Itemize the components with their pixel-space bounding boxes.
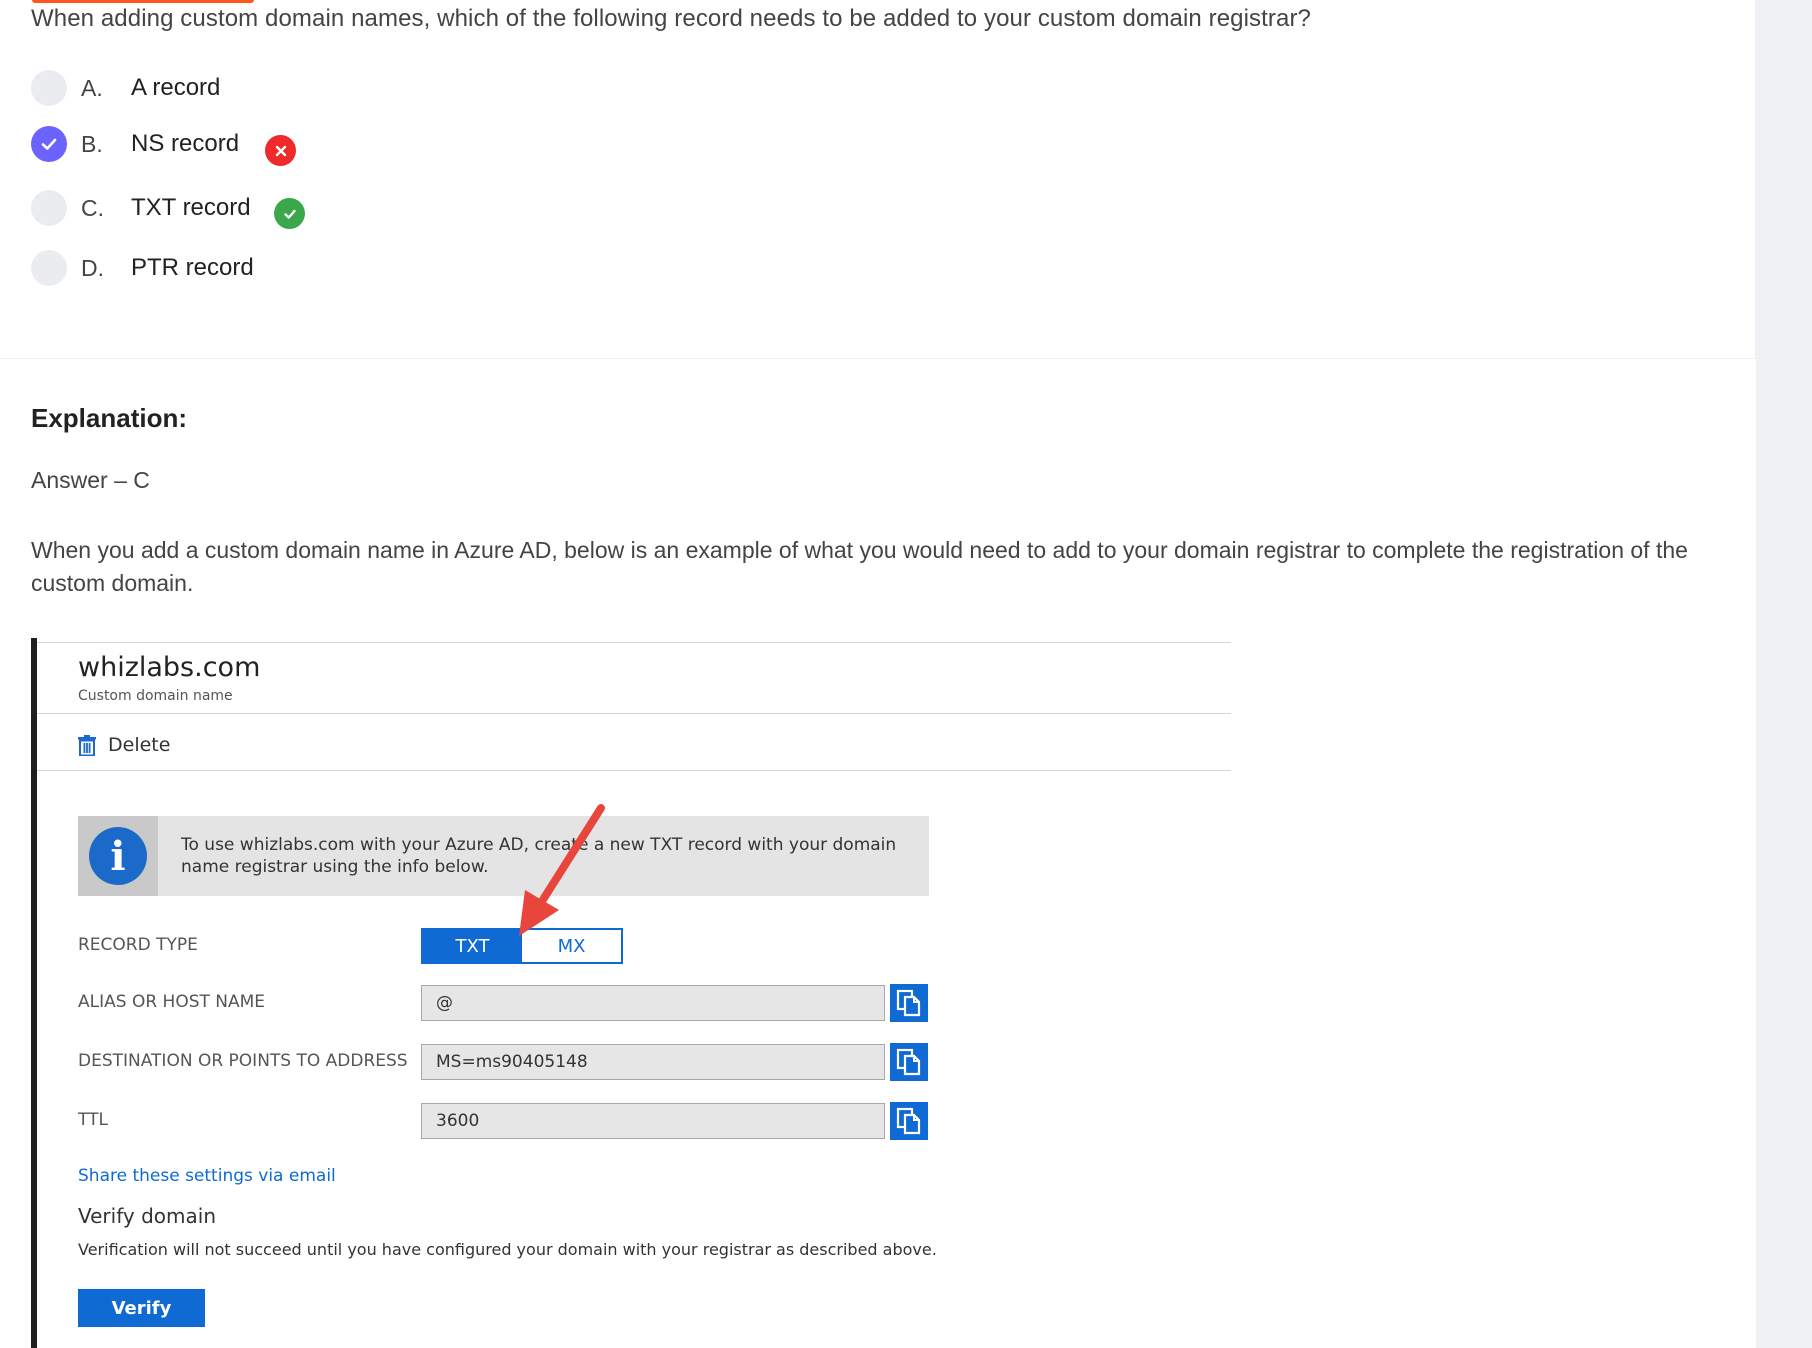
correct-answer-icon <box>274 198 305 229</box>
info-banner: i To use whizlabs.com with your Azure AD… <box>78 816 929 896</box>
alias-field[interactable]: @ <box>421 985 885 1021</box>
delete-label: Delete <box>108 734 171 756</box>
option-b[interactable]: B. NS record <box>31 124 631 166</box>
copy-icon <box>896 1048 921 1076</box>
option-d-letter: D. <box>81 254 104 281</box>
option-b-text: NS record <box>131 130 240 157</box>
option-a[interactable]: A. A record <box>31 68 631 108</box>
option-a-radio[interactable] <box>31 70 67 106</box>
azure-domain-subtitle: Custom domain name <box>78 688 233 704</box>
copy-destination-button[interactable] <box>890 1043 928 1081</box>
option-b-radio[interactable] <box>31 126 67 162</box>
verify-domain-text: Verification will not succeed until you … <box>78 1240 937 1259</box>
azure-top-divider <box>37 642 1231 643</box>
explanation-title: Explanation: <box>31 403 188 433</box>
option-d-text: PTR record <box>131 254 254 281</box>
explanation-paragraph: When you add a custom domain name in Azu… <box>31 537 1688 596</box>
copy-icon <box>896 989 921 1017</box>
option-d[interactable]: D. PTR record <box>31 248 631 288</box>
destination-field[interactable]: MS=ms90405148 <box>421 1044 885 1080</box>
info-icon-panel: i <box>78 816 158 896</box>
option-d-radio[interactable] <box>31 250 67 286</box>
option-a-letter: A. <box>81 74 103 101</box>
copy-icon <box>896 1107 921 1135</box>
azure-domain-title: whizlabs.com <box>78 652 261 683</box>
azure-header-divider <box>37 713 1231 714</box>
copy-ttl-button[interactable] <box>890 1102 928 1140</box>
question-text: When adding custom domain names, which o… <box>31 5 1311 32</box>
option-c-letter: C. <box>81 194 104 221</box>
page-gutter <box>1756 0 1812 1348</box>
azure-left-border <box>31 638 37 1348</box>
verify-button[interactable]: Verify <box>78 1289 205 1327</box>
check-icon <box>41 138 57 150</box>
question-card: When adding custom domain names, which o… <box>0 0 1756 358</box>
record-type-label: RECORD TYPE <box>78 935 198 955</box>
option-a-text: A record <box>131 74 221 101</box>
azure-toolbar-divider <box>37 770 1231 771</box>
verify-domain-title: Verify domain <box>78 1204 216 1228</box>
option-b-letter: B. <box>81 130 103 157</box>
azure-screenshot: whizlabs.com Custom domain name Delete i… <box>31 638 1231 1348</box>
delete-button[interactable]: Delete <box>78 730 170 760</box>
copy-alias-button[interactable] <box>890 984 928 1022</box>
alias-label: ALIAS OR HOST NAME <box>78 992 266 1012</box>
red-arrow-annotation <box>519 804 605 936</box>
option-c-radio[interactable] <box>31 190 67 226</box>
wrong-answer-icon <box>265 135 296 166</box>
ttl-field[interactable]: 3600 <box>421 1103 885 1139</box>
answer-line: Answer – C <box>31 467 150 493</box>
ttl-label: TTL <box>78 1110 108 1130</box>
question-accent-bar <box>32 0 254 3</box>
destination-label: DESTINATION OR POINTS TO ADDRESS <box>78 1051 408 1071</box>
section-divider <box>0 358 1756 359</box>
share-settings-link[interactable]: Share these settings via email <box>78 1166 336 1186</box>
option-c[interactable]: C. TXT record <box>31 188 631 229</box>
trash-icon <box>78 734 96 756</box>
info-icon: i <box>89 827 147 885</box>
option-c-text: TXT record <box>131 194 251 221</box>
record-type-txt[interactable]: TXT <box>423 930 522 962</box>
